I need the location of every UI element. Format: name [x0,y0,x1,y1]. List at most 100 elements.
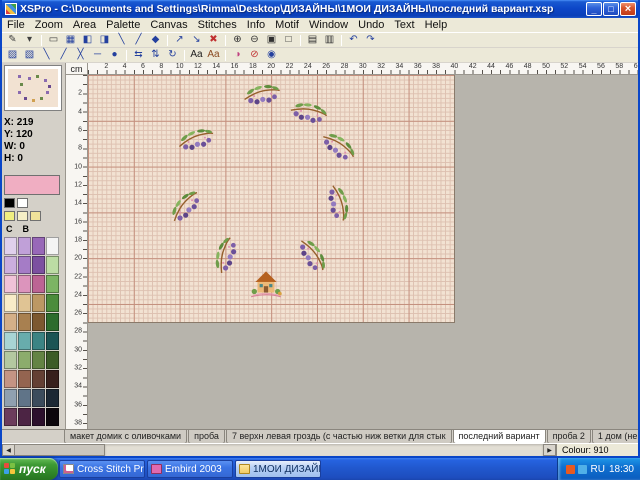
mini-swatch[interactable] [30,211,41,221]
delete-stitch-tool[interactable]: ✖ [206,34,221,47]
rotate-button[interactable]: ↻ [165,49,180,62]
quarter-stitch-tool[interactable]: ◨ [97,34,112,47]
redo-button[interactable]: ↷ [363,34,378,47]
menu-item-undo[interactable]: Undo [353,18,389,32]
palette-swatch[interactable] [46,313,59,331]
palette-swatch[interactable] [4,408,17,426]
zoom-fit-tool[interactable]: □ [281,34,296,47]
minimize-button[interactable]: _ [586,2,602,16]
stitch-style-quarter[interactable]: ╱ [56,49,71,62]
zoom-region-tool[interactable]: ▣ [264,34,279,47]
palette-swatch[interactable] [18,294,31,312]
undo-button[interactable]: ↶ [346,34,361,47]
taskbar-button-1[interactable]: Embird 2003 [147,460,233,478]
zoom-in-tool[interactable]: ⊕ [230,34,245,47]
stitch-style-half[interactable]: ╲ [39,49,54,62]
palette-swatch[interactable] [32,389,45,407]
menu-item-canvas[interactable]: Canvas [145,18,192,32]
tab-2[interactable]: 7 верхн левая гроздь (с частью ниж ветки… [226,430,452,443]
tab-3[interactable]: последний вариант [453,430,546,443]
text-tool-alt[interactable]: Aa [206,49,221,62]
menu-item-area[interactable]: Area [68,18,101,32]
palette-swatch[interactable] [18,408,31,426]
tab-1[interactable]: проба [188,430,225,443]
scrollbar-thumb[interactable] [15,444,105,456]
palette-swatch[interactable] [18,237,31,255]
palette-swatch[interactable] [46,389,59,407]
stitch-style-full[interactable]: ▨ [5,49,20,62]
palette-swatch[interactable] [46,332,59,350]
tab-5[interactable]: 1 дом (не весь для стыковки) [592,430,638,443]
half-stitch-tool[interactable]: ◧ [80,34,95,47]
design-preview[interactable] [4,65,62,111]
close-button[interactable]: × [620,2,636,16]
stitch-style-back[interactable]: ─ [90,49,105,62]
mini-swatch[interactable] [17,211,28,221]
text-tool[interactable]: Aa [189,49,204,62]
scroll-left-icon[interactable]: ◀ [2,444,15,456]
select-tool[interactable]: ▭ [46,34,61,47]
palette-swatch[interactable] [18,332,31,350]
language-indicator[interactable]: RU [591,464,605,475]
taskbar-button-0[interactable]: Cross Stitch Pro... [59,460,145,478]
palette-swatch[interactable] [32,256,45,274]
line-up-tool[interactable]: ↗ [172,34,187,47]
tab-0[interactable]: макет домик с оливочками [64,430,187,443]
menu-item-info[interactable]: Info [242,18,270,32]
palette-swatch[interactable] [46,256,59,274]
palette-swatch[interactable] [32,275,45,293]
start-button[interactable]: пуск [0,458,58,480]
maximize-button[interactable]: □ [603,2,619,16]
palette-swatch[interactable] [4,313,17,331]
tab-4[interactable]: проба 2 [547,430,591,443]
palette-swatch[interactable] [32,370,45,388]
palette-swatch[interactable] [4,275,17,293]
menu-item-zoom[interactable]: Zoom [30,18,68,32]
flip-vertical-button[interactable]: ⇅ [148,49,163,62]
palette-swatch[interactable] [46,351,59,369]
flip-horizontal-button[interactable]: ⇆ [131,49,146,62]
clock[interactable]: 18:30 [609,464,634,475]
palette-swatch[interactable] [32,237,45,255]
palette-swatch[interactable] [46,370,59,388]
palette-swatch[interactable] [46,408,59,426]
palette-swatch[interactable] [4,351,17,369]
mini-swatch[interactable] [4,211,15,221]
palette-swatch[interactable] [32,408,45,426]
current-colour-swatch[interactable] [4,175,60,195]
color-wheel-button[interactable]: ◑ [230,49,245,62]
palette-swatch[interactable] [46,237,59,255]
palette-swatch[interactable] [46,275,59,293]
palette-swatch[interactable] [4,237,17,255]
stitch-style-three-quarter[interactable]: ▧ [22,49,37,62]
scroll-right-icon[interactable]: ▶ [543,444,556,456]
line-down-tool[interactable]: ↘ [189,34,204,47]
tool-dropdown-arrow[interactable]: ▾ [22,34,37,47]
menu-item-palette[interactable]: Palette [101,18,145,32]
mini-swatch[interactable] [17,198,28,208]
highlight-color-button[interactable]: ◉ [264,49,279,62]
menu-item-file[interactable]: File [2,18,30,32]
menu-item-window[interactable]: Window [304,18,353,32]
menu-item-text[interactable]: Text [389,18,419,32]
full-stitch-tool[interactable]: ▦ [63,34,78,47]
palette-swatch[interactable] [4,389,17,407]
stitch-style-cross[interactable]: ╳ [73,49,88,62]
stitch-grid[interactable] [88,75,455,323]
save-button[interactable]: ▥ [322,34,337,47]
palette-swatch[interactable] [18,256,31,274]
palette-swatch[interactable] [32,332,45,350]
taskbar-button-2[interactable]: 1МОИ ДИЗАЙНЫ [235,460,321,478]
tray-icon-0[interactable] [566,465,575,474]
palette-swatch[interactable] [4,256,17,274]
backstitch-tool[interactable]: ╲ [114,34,129,47]
tray-icon-1[interactable] [578,465,587,474]
palette-swatch[interactable] [18,313,31,331]
palette-swatch[interactable] [46,294,59,312]
menu-item-help[interactable]: Help [420,18,453,32]
exclude-color-button[interactable]: ⊘ [247,49,262,62]
palette-swatch[interactable] [4,370,17,388]
menu-item-stitches[interactable]: Stitches [193,18,242,32]
stitch-style-knot[interactable]: ● [107,49,122,62]
palette-swatch[interactable] [32,313,45,331]
